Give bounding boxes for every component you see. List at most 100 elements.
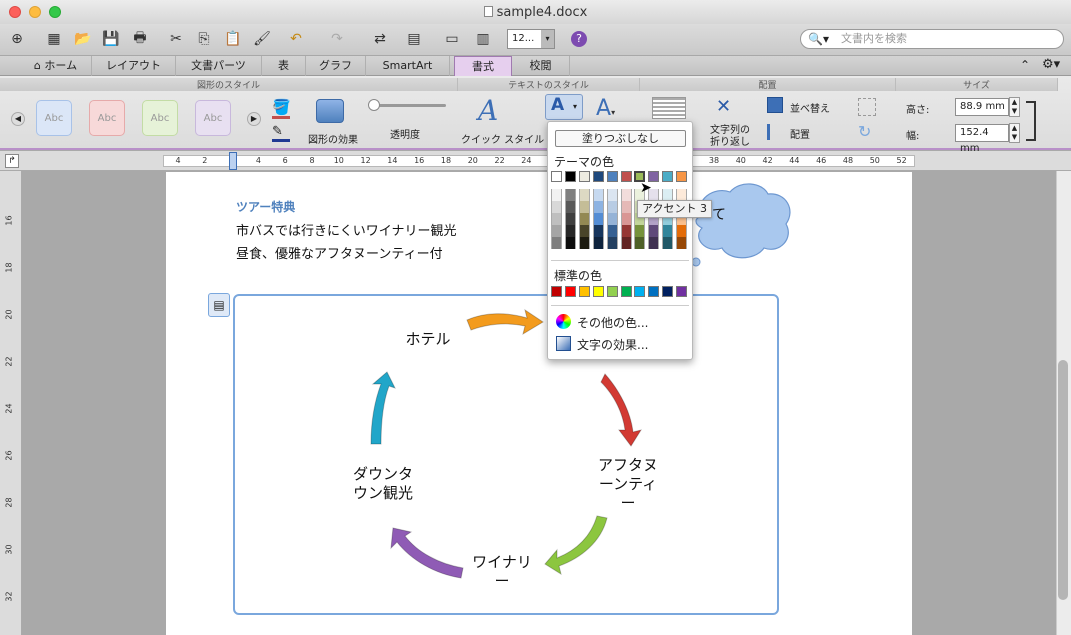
tab-chart[interactable]: グラフ [306, 56, 366, 76]
chevron-down-icon[interactable]: ▾ [541, 30, 554, 48]
text-outline-icon[interactable]: A▾ [596, 96, 615, 121]
standard-color-swatch[interactable] [662, 286, 674, 297]
theme-shade-swatch[interactable] [551, 225, 562, 237]
tab-document-parts[interactable]: 文書パーツ [176, 56, 262, 76]
standard-color-swatch[interactable] [634, 286, 646, 297]
new-document-icon[interactable]: ⊕ [6, 28, 28, 50]
theme-shade-swatch[interactable] [564, 201, 576, 213]
theme-shade-swatch[interactable] [564, 225, 576, 237]
theme-color-swatch[interactable] [578, 171, 590, 182]
more-colors-item[interactable]: その他の色... [577, 314, 648, 331]
lock-aspect-icon[interactable] [1026, 101, 1036, 141]
node-afternoon-tea[interactable]: アフタヌ ーンティ ー [588, 456, 668, 513]
theme-shade-swatch[interactable] [592, 201, 604, 213]
indent-marker[interactable] [229, 152, 237, 170]
standard-color-swatch[interactable] [620, 286, 632, 297]
wrap-text-label[interactable]: 文字列の 折り返し [710, 125, 750, 149]
theme-color-swatch[interactable] [662, 171, 674, 182]
theme-shade-swatch[interactable] [662, 237, 674, 249]
standard-color-swatch[interactable] [676, 286, 688, 297]
theme-shade-swatch[interactable] [578, 213, 590, 225]
cycle-arrow[interactable] [466, 308, 544, 336]
theme-shade-swatch[interactable] [578, 237, 590, 249]
sidebar-icon[interactable]: ▤ [403, 28, 425, 50]
position-icon[interactable] [652, 97, 686, 119]
reorder-label[interactable]: 並べ替え [790, 100, 830, 115]
theme-color-swatch[interactable] [620, 171, 632, 182]
cut-icon[interactable]: ✂ [165, 28, 187, 50]
theme-shade-swatch[interactable] [578, 201, 590, 213]
theme-shade-swatch[interactable] [620, 225, 632, 237]
no-fill-button[interactable]: 塗りつぶしなし [555, 130, 686, 147]
transparency-slider[interactable] [368, 99, 446, 111]
reorder-icon[interactable] [767, 97, 783, 113]
shape-effects-icon[interactable] [316, 99, 344, 123]
tab-layout[interactable]: レイアウト [92, 56, 176, 76]
undo-icon[interactable]: ↶ [285, 28, 307, 50]
standard-color-swatch[interactable] [564, 286, 576, 297]
node-winery[interactable]: ワイナリ ー [462, 553, 542, 591]
theme-color-swatch[interactable] [592, 171, 604, 182]
redo-icon[interactable]: ↷ [326, 28, 348, 50]
width-field[interactable]: 152.4 mm [955, 124, 1009, 154]
shape-style-purple[interactable]: Abc [195, 100, 231, 136]
theme-shade-swatch[interactable] [606, 237, 618, 249]
theme-shade-swatch[interactable] [620, 213, 632, 225]
theme-shade-swatch[interactable] [564, 189, 576, 201]
open-icon[interactable]: 📂 [72, 28, 94, 50]
search-icon[interactable]: 🔍▾ [808, 32, 829, 46]
cycle-arrow[interactable] [544, 515, 608, 576]
standard-color-swatch[interactable] [648, 286, 660, 297]
gear-icon[interactable]: ⚙▾ [1042, 57, 1060, 72]
standard-color-swatch[interactable] [606, 286, 618, 297]
quick-styles-label[interactable]: クイック スタイル [461, 131, 544, 146]
standard-color-swatch[interactable] [551, 286, 562, 297]
navigation-icon[interactable]: ⇄ [369, 28, 391, 50]
shape-style-red[interactable]: Abc [89, 100, 125, 136]
theme-shade-swatch[interactable] [578, 189, 590, 201]
help-icon[interactable]: ? [568, 28, 590, 50]
theme-shade-swatch[interactable] [592, 213, 604, 225]
theme-shade-swatch[interactable] [564, 237, 576, 249]
theme-shade-swatch[interactable] [620, 237, 632, 249]
tab-smartart[interactable]: SmartArt [366, 56, 450, 76]
save-icon[interactable]: 💾 [100, 28, 122, 50]
rotate-icon[interactable]: ↻ [858, 122, 871, 141]
tab-review[interactable]: 校閲 [512, 56, 570, 76]
node-downtown[interactable]: ダウンタ ウン観光 [343, 465, 423, 503]
tab-selector-icon[interactable]: ↱ [5, 154, 19, 168]
tab-table[interactable]: 表 [262, 56, 306, 76]
collapse-ribbon-icon[interactable]: ⌃ [1020, 58, 1030, 72]
search-input[interactable]: 文書内を検索 [800, 29, 1064, 49]
theme-shade-swatch[interactable] [551, 237, 562, 249]
align-icon[interactable] [767, 124, 783, 140]
theme-shade-swatch[interactable] [592, 237, 604, 249]
cycle-arrow[interactable] [600, 373, 643, 447]
theme-shade-swatch[interactable] [662, 225, 674, 237]
theme-color-swatch[interactable] [551, 171, 562, 182]
theme-shade-swatch[interactable] [551, 201, 562, 213]
theme-shade-swatch[interactable] [634, 237, 646, 249]
tab-format[interactable]: 書式 [454, 56, 512, 77]
theme-shade-swatch[interactable] [676, 237, 688, 249]
gallery-prev-icon[interactable]: ◀ [11, 112, 25, 126]
format-painter-icon[interactable]: 🖌 [251, 28, 273, 50]
theme-shade-swatch[interactable] [592, 225, 604, 237]
gallery-icon[interactable]: ▦ [43, 28, 65, 50]
theme-color-swatch[interactable] [676, 171, 688, 182]
shape-style-blue[interactable]: Abc [36, 100, 72, 136]
view-icon[interactable]: ▭ [441, 28, 463, 50]
theme-color-swatch[interactable] [606, 171, 618, 182]
theme-shade-swatch[interactable] [551, 189, 562, 201]
theme-shade-swatch[interactable] [606, 189, 618, 201]
media-icon[interactable]: ▥ [472, 28, 494, 50]
line-color-icon[interactable]: ✎ [272, 124, 290, 142]
height-stepper[interactable]: ▲ ▼ [1009, 97, 1020, 117]
theme-shade-swatch[interactable] [551, 213, 562, 225]
print-icon[interactable]: 🖶 [129, 28, 151, 50]
standard-color-swatch[interactable] [578, 286, 590, 297]
cycle-arrow[interactable] [390, 527, 464, 579]
shape-style-green[interactable]: Abc [142, 100, 178, 136]
theme-shade-swatch[interactable] [634, 225, 646, 237]
quick-styles-icon[interactable]: A [478, 94, 498, 127]
